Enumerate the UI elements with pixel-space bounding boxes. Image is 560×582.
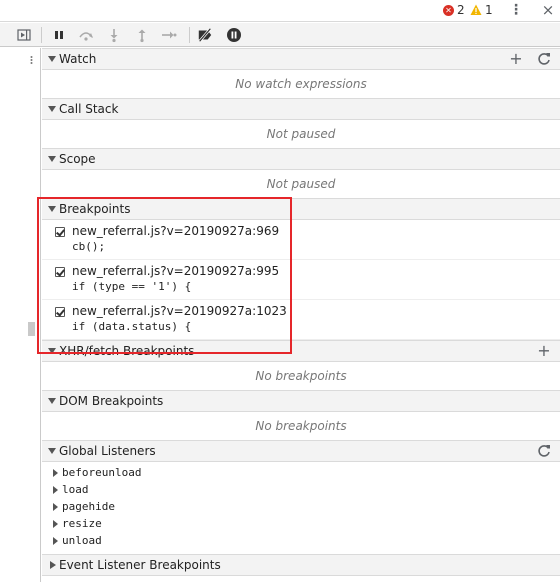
error-icon: ✕ — [443, 4, 454, 16]
refresh-icon[interactable] — [536, 443, 552, 459]
step-over-icon[interactable] — [78, 27, 94, 43]
add-watch-icon[interactable]: + — [508, 51, 524, 67]
breakpoints-section-header[interactable]: Breakpoints — [42, 198, 560, 220]
top-bar: ✕ 2 1 ⋮ × — [0, 0, 560, 22]
listener-item[interactable]: pagehide — [42, 499, 560, 516]
expand-triangle-icon — [53, 503, 58, 511]
breakpoint-item[interactable]: new_referral.js?v=20190927a:995 if (type… — [42, 260, 560, 300]
expand-triangle-icon — [53, 520, 58, 528]
event-listener-breakpoints-section-header[interactable]: Event Listener Breakpoints — [42, 554, 560, 576]
add-xhr-breakpoint-icon[interactable]: + — [536, 343, 552, 359]
global-listeners-list: beforeunload load pagehide resize unload — [42, 462, 560, 554]
listener-item[interactable]: unload — [42, 533, 560, 550]
breakpoint-location: new_referral.js?v=20190927a:995 — [72, 264, 280, 278]
listener-item[interactable]: resize — [42, 516, 560, 533]
scope-empty-message: Not paused — [266, 177, 336, 191]
xhr-breakpoints-section-header[interactable]: XHR/fetch Breakpoints + — [42, 340, 560, 362]
toggle-navigator-icon[interactable] — [16, 27, 32, 43]
section-title: Call Stack — [59, 102, 119, 116]
collapse-triangle-icon — [48, 156, 56, 162]
error-count: 2 — [457, 3, 465, 17]
scope-section-header[interactable]: Scope — [42, 148, 560, 170]
call-stack-section-header[interactable]: Call Stack — [42, 98, 560, 120]
breakpoint-location: new_referral.js?v=20190927a:969 — [72, 224, 280, 238]
step-icon[interactable] — [161, 27, 177, 43]
warning-count: 1 — [485, 3, 493, 17]
breakpoint-checkbox[interactable] — [55, 267, 65, 277]
error-counter[interactable]: ✕ 2 — [443, 3, 465, 17]
listener-name: unload — [62, 534, 102, 547]
section-title: Watch — [59, 52, 97, 66]
breakpoint-location: new_referral.js?v=20190927a:1023 — [72, 304, 287, 318]
xhr-empty-message: No breakpoints — [255, 369, 347, 383]
expand-triangle-icon — [53, 486, 58, 494]
global-listeners-section-header[interactable]: Global Listeners — [42, 440, 560, 462]
debugger-sidebar: Watch + No watch expressions Call Stack … — [42, 48, 560, 576]
breakpoint-item[interactable]: new_referral.js?v=20190927a:1023 if (dat… — [42, 300, 560, 340]
section-title: Event Listener Breakpoints — [59, 558, 221, 572]
collapse-triangle-icon — [48, 206, 56, 212]
step-out-icon[interactable] — [134, 27, 150, 43]
pause-on-exceptions-icon[interactable] — [226, 27, 242, 43]
close-icon[interactable]: × — [540, 1, 556, 19]
resize-handle[interactable] — [28, 322, 35, 336]
breakpoint-code: cb(); — [72, 240, 106, 253]
debugger-toolbar — [0, 23, 560, 47]
breakpoint-code: if (data.status) { — [72, 320, 192, 333]
warning-icon — [470, 4, 482, 15]
listener-item[interactable]: load — [42, 482, 560, 499]
collapse-triangle-icon — [48, 398, 56, 404]
collapse-triangle-icon — [48, 448, 56, 454]
collapse-triangle-icon — [48, 106, 56, 112]
breakpoint-checkbox[interactable] — [55, 227, 65, 237]
refresh-icon[interactable] — [536, 51, 552, 67]
listener-name: beforeunload — [62, 466, 142, 479]
pause-icon[interactable] — [51, 27, 67, 43]
collapse-triangle-icon — [48, 56, 56, 62]
toolbar-separator — [41, 27, 42, 43]
step-into-icon[interactable] — [106, 27, 122, 43]
deactivate-breakpoints-icon[interactable] — [197, 27, 213, 43]
listener-name: pagehide — [62, 500, 115, 513]
watch-empty-message: No watch expressions — [235, 77, 367, 91]
navigator-pane — [0, 48, 41, 582]
dom-empty-message: No breakpoints — [255, 419, 347, 433]
expand-triangle-icon — [53, 469, 58, 477]
expand-triangle-icon — [53, 537, 58, 545]
listener-name: load — [62, 483, 89, 496]
collapse-triangle-icon — [48, 348, 56, 354]
toolbar-separator — [189, 27, 190, 43]
more-options-icon[interactable]: ⋮ — [508, 2, 524, 18]
breakpoint-checkbox[interactable] — [55, 307, 65, 317]
section-title: XHR/fetch Breakpoints — [59, 344, 195, 358]
breakpoint-item[interactable]: new_referral.js?v=20190927a:969 cb(); — [42, 220, 560, 260]
listener-name: resize — [62, 517, 102, 530]
section-title: Scope — [59, 152, 96, 166]
section-title: Breakpoints — [59, 202, 131, 216]
section-title: DOM Breakpoints — [59, 394, 164, 408]
listener-item[interactable]: beforeunload — [42, 465, 560, 482]
warning-counter[interactable]: 1 — [470, 3, 493, 17]
dom-breakpoints-section-header[interactable]: DOM Breakpoints — [42, 390, 560, 412]
section-title: Global Listeners — [59, 444, 156, 458]
breakpoint-code: if (type == '1') { — [72, 280, 192, 293]
expand-triangle-icon — [50, 561, 56, 569]
breakpoints-list: new_referral.js?v=20190927a:969 cb(); ne… — [42, 220, 560, 340]
watch-section-header[interactable]: Watch + — [42, 48, 560, 70]
call-stack-empty-message: Not paused — [266, 127, 336, 141]
more-icon[interactable] — [30, 56, 33, 64]
